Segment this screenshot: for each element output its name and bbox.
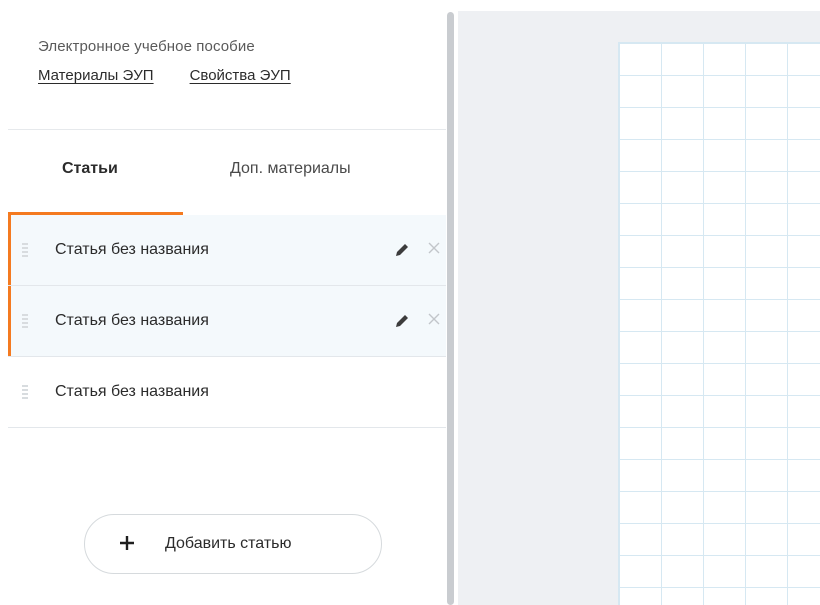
tab-additional-materials[interactable]: Доп. материалы <box>230 160 351 178</box>
drag-handle-icon[interactable] <box>22 243 28 257</box>
drag-handle-icon[interactable] <box>22 314 28 328</box>
article-title: Статья без названия <box>55 241 209 258</box>
article-list: Статья без названия Статья без названия <box>8 215 446 428</box>
sidebar-scrollbar[interactable] <box>447 12 454 605</box>
properties-link[interactable]: Свойства ЭУП <box>190 67 291 84</box>
canvas-area <box>458 11 820 605</box>
sidebar: Электронное учебное пособие Материалы ЭУ… <box>0 0 447 605</box>
article-row[interactable]: Статья без названия <box>8 286 446 357</box>
article-row[interactable]: Статья без названия <box>8 215 446 286</box>
document-type-title: Электронное учебное пособие <box>38 38 255 55</box>
materials-link[interactable]: Материалы ЭУП <box>38 67 154 84</box>
sidebar-header: Электронное учебное пособие Материалы ЭУ… <box>38 38 291 84</box>
selected-row-accent <box>8 286 11 356</box>
article-title: Статья без названия <box>55 383 209 400</box>
add-article-button[interactable]: Добавить статью <box>84 514 382 574</box>
grid-page[interactable] <box>618 42 820 605</box>
tab-bar: Статьи Доп. материалы <box>8 130 446 215</box>
plus-icon <box>120 536 134 550</box>
close-icon[interactable] <box>426 240 442 256</box>
pencil-icon[interactable] <box>393 312 411 330</box>
article-title: Статья без названия <box>55 312 209 329</box>
pencil-icon[interactable] <box>393 241 411 259</box>
drag-handle-icon[interactable] <box>22 385 28 399</box>
editor-app: Электронное учебное пособие Материалы ЭУ… <box>0 0 820 605</box>
header-links: Материалы ЭУП Свойства ЭУП <box>38 67 291 84</box>
selected-row-accent <box>8 215 11 285</box>
article-row[interactable]: Статья без названия <box>8 357 446 428</box>
add-article-label: Добавить статью <box>165 535 292 552</box>
close-icon[interactable] <box>426 311 442 327</box>
tab-articles[interactable]: Статьи <box>62 160 118 178</box>
